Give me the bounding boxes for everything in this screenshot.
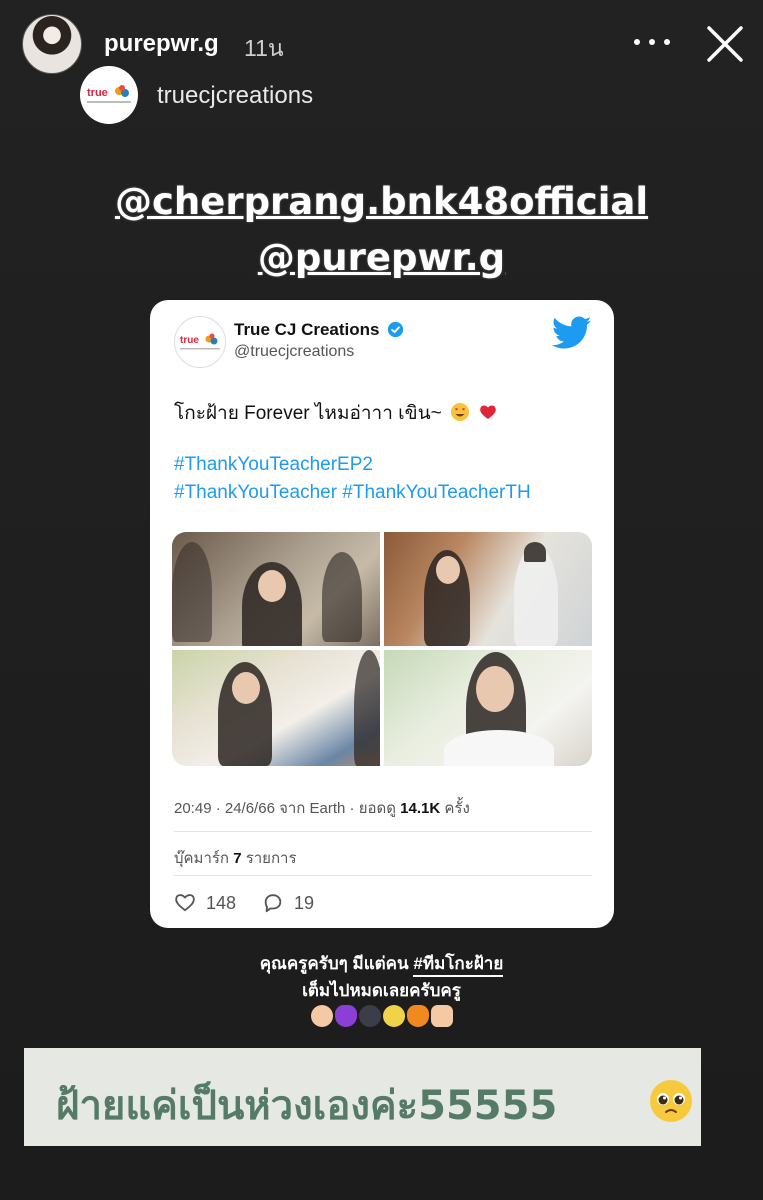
banner-text: ฝ้ายแค่เป็นห่วงเองค่ะ55555 [56,1083,558,1129]
full-moon-face-emoji [382,1005,405,1027]
divider [174,831,592,832]
tweet-bookmarks-count: 7 [233,850,242,867]
tweet-meta: 20:49 · 24/6/66 จาก Earth · ยอดดู 14.1K … [174,796,470,820]
tweet-photo-4[interactable] [384,650,592,766]
true-cj-logo-icon: true [87,85,131,103]
more-icon[interactable] [634,30,670,54]
tweet-author-handle: @truecjcreations [234,343,355,360]
tweet-card[interactable]: true True CJ Creations @truecjcreations … [150,300,614,928]
caption-line1: คุณครูครับๆ มีแต่คน #ทีมโกะฝ้าย [0,950,763,977]
tweet-text: โกะฝ้าย Forever ไหมอ่าาา เขิน~ [174,398,498,428]
tweet-avatar: true [174,316,226,368]
true-cj-logo-icon: true [180,333,220,350]
tweet-reply-count: 19 [294,893,315,913]
emoji-row [0,1005,763,1027]
twitter-bird-icon [552,316,592,349]
red-heart-emoji [480,405,497,419]
mention-cherprang[interactable]: @cherprang.bnk48official [0,180,763,223]
shared-account-avatar[interactable]: true [80,66,138,124]
heart-hands-emoji [310,1005,333,1027]
story-username[interactable]: purepwr.g [104,30,219,58]
shared-account-username[interactable]: truecjcreations [157,82,313,110]
tweet-photo-1[interactable] [172,532,380,646]
heart-eyes-emoji [451,403,470,421]
caption-line2: เต็มไปหมดเลยครับครู [302,981,461,1000]
avatar[interactable] [22,14,82,74]
new-moon-face-emoji [358,1005,381,1027]
close-icon[interactable] [703,22,747,66]
caption-line1-text: คุณครูครับๆ มีแต่คน [259,954,414,973]
reply-icon[interactable] [262,892,284,914]
tweet-hashtags-line2[interactable]: #ThankYouTeacher #ThankYouTeacherTH [174,482,531,504]
verified-icon [387,321,404,338]
text-banner: ฝ้ายแค่เป็นห่วงเองค่ะ55555 [24,1048,701,1146]
love-you-gesture-emoji [430,1005,453,1027]
svg-text:true: true [87,87,108,99]
purple-heart-emoji [334,1005,357,1027]
story-time: 11น [244,35,284,61]
mention-purepwr[interactable]: @purepwr.g [0,236,763,279]
tweet-bookmarks-prefix: บุ๊คมาร์ก [174,850,234,867]
svg-text:true: true [180,335,199,346]
tweet-author-name: True CJ Creations [234,320,380,339]
caption-hashtag[interactable]: #ทีมโกะฝ้าย [413,954,504,977]
tweet-meta-suffix: ครั้ง [440,800,470,817]
tweet-photo-2[interactable] [384,532,592,646]
tweet-bookmarks-suffix: รายการ [241,850,297,867]
tweet-views: 14.1K [400,800,441,817]
tweet-bookmarks: บุ๊คมาร์ก 7 รายการ [174,846,297,870]
tweet-photo-3[interactable] [172,650,380,766]
divider [174,875,592,876]
tweet-like-count: 148 [206,893,237,913]
pleading-face-emoji [650,1080,692,1122]
tweet-meta-prefix: 20:49 · 24/6/66 จาก Earth · ยอดดู [174,800,401,817]
heart-icon[interactable] [174,892,196,912]
orange-heart-emoji [406,1005,429,1027]
tweet-hashtags-line1[interactable]: #ThankYouTeacherEP2 [174,454,373,476]
tweet-text-content: โกะฝ้าย Forever ไหมอ่าาา เขิน~ [174,403,442,424]
